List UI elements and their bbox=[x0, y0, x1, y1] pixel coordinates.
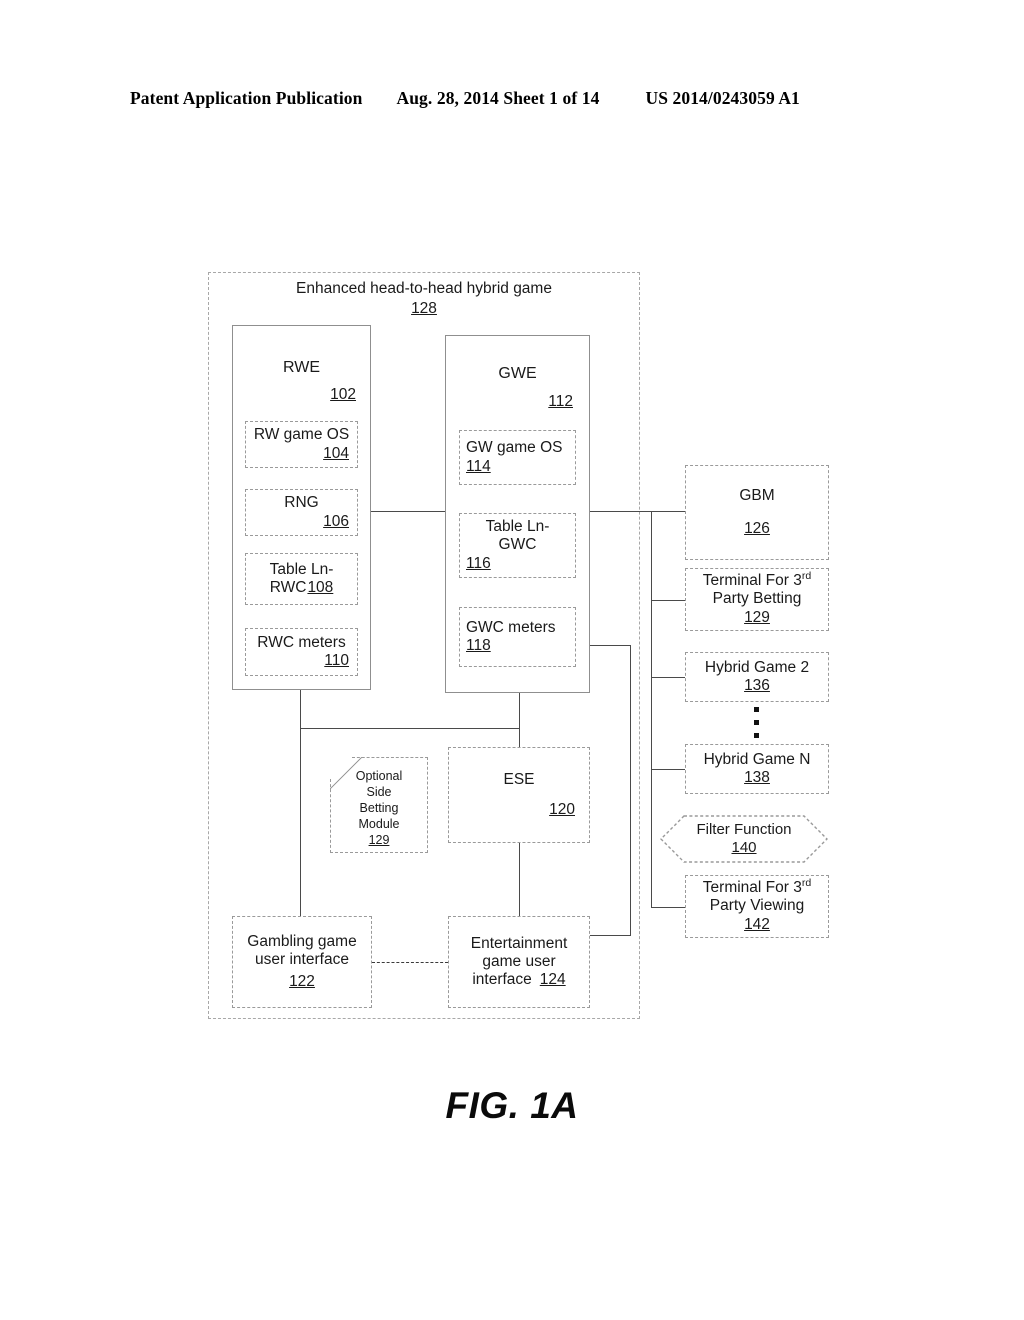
connector-trunk-to-terminal-betting bbox=[651, 600, 686, 601]
gw-game-os-box: GW game OS 114 bbox=[459, 430, 576, 485]
terminal-betting-ref: 129 bbox=[744, 608, 770, 626]
rng-label: RNG bbox=[284, 494, 319, 512]
vertical-ellipsis-icon bbox=[752, 707, 760, 738]
connector-trunk-to-gbm bbox=[651, 511, 686, 512]
ellipsis-dot bbox=[753, 733, 759, 738]
ese-box: ESE 120 bbox=[448, 747, 590, 843]
hybrid-game-n-label: Hybrid Game N bbox=[703, 750, 811, 768]
terminal-viewing-line2: Party Viewing bbox=[709, 897, 805, 915]
terminal-betting-ordinal-suffix: rd bbox=[801, 569, 812, 582]
ellipsis-dot bbox=[753, 720, 759, 725]
enhanced-hybrid-game-title: Enhanced head-to-head hybrid game 128 bbox=[208, 279, 640, 319]
connector-right-trunk bbox=[651, 511, 652, 908]
terminal-betting-line1: Terminal For 3rd bbox=[702, 569, 812, 590]
side-betting-line1: Optional bbox=[355, 769, 403, 783]
gwe-ref-number: 112 bbox=[548, 393, 573, 410]
connector-trunk-to-hybrid-game-2 bbox=[651, 677, 686, 678]
gbm-box: GBM 126 bbox=[685, 465, 829, 560]
connector-rwe-branch-to-ese bbox=[300, 728, 519, 729]
entertainment-game-user-interface-box: Entertainment game user interface 124 bbox=[448, 916, 590, 1008]
hybrid-game-2-label: Hybrid Game 2 bbox=[704, 658, 810, 676]
gw-game-os-ref: 114 bbox=[466, 457, 491, 475]
terminal-viewing-line1: Terminal For 3rd bbox=[702, 876, 812, 897]
entertainment-ui-line3: interface bbox=[472, 971, 532, 989]
gbm-ref: 126 bbox=[744, 519, 770, 537]
side-betting-line3: Betting bbox=[359, 801, 399, 815]
gwc-meters-box: GWC meters 118 bbox=[459, 607, 576, 667]
connector-entertainment-right-riser bbox=[630, 645, 631, 935]
table-ln-gwc-label-line2: GWC bbox=[498, 536, 537, 554]
connector-rwe-to-gambling-ui bbox=[300, 690, 301, 916]
side-betting-line4: Module bbox=[358, 817, 400, 831]
optional-side-betting-module-box: Optional Side Betting Module 129 bbox=[330, 757, 428, 853]
filter-function-label: Filter Function bbox=[696, 821, 792, 838]
terminal-viewing-line1-text: Terminal For 3 bbox=[702, 879, 802, 897]
connector-gwc-meters-right bbox=[590, 645, 631, 646]
entertainment-ui-line1: Entertainment bbox=[470, 934, 568, 952]
connector-trunk-to-terminal-viewing bbox=[651, 907, 686, 908]
figure-caption: FIG. 1A bbox=[445, 1085, 579, 1126]
ese-label: ESE bbox=[503, 770, 535, 788]
rng-box: RNG 106 bbox=[245, 489, 358, 536]
table-ln-rwc-label-line2: RWC bbox=[269, 579, 307, 596]
terminal-viewing-ref: 142 bbox=[744, 915, 770, 933]
rwe-title: RWE bbox=[282, 359, 321, 376]
table-ln-gwc-box: Table Ln- GWC 116 bbox=[459, 513, 576, 578]
rw-game-os-ref: 104 bbox=[323, 444, 349, 462]
connector-entertainment-ui-right bbox=[590, 935, 631, 936]
terminal-viewing-ordinal-suffix: rd bbox=[801, 876, 812, 889]
connector-gambling-to-entertainment-dashed bbox=[372, 962, 448, 963]
entertainment-ui-line2: game user bbox=[482, 952, 556, 970]
side-betting-ref: 129 bbox=[368, 833, 390, 847]
entertainment-ui-ref: 124 bbox=[539, 971, 566, 989]
terminal-for-third-party-betting-box: Terminal For 3rd Party Betting 129 bbox=[685, 568, 829, 631]
gambling-ui-ref: 122 bbox=[289, 972, 315, 990]
rw-game-os-box: RW game OS 104 bbox=[245, 421, 358, 468]
hybrid-game-2-ref: 136 bbox=[744, 677, 770, 694]
gbm-label: GBM bbox=[739, 487, 775, 505]
rwc-meters-ref: 110 bbox=[324, 652, 349, 669]
table-ln-gwc-ref: 116 bbox=[466, 554, 491, 572]
gambling-game-user-interface-box: Gambling game user interface 122 bbox=[232, 916, 372, 1008]
filter-function-ref: 140 bbox=[731, 839, 757, 856]
container-ref-number: 128 bbox=[411, 300, 437, 318]
connector-trunk-to-hybrid-game-n bbox=[651, 769, 686, 770]
terminal-betting-line1-text: Terminal For 3 bbox=[702, 572, 802, 590]
ellipsis-dot bbox=[753, 707, 759, 712]
terminal-betting-line2: Party Betting bbox=[712, 590, 802, 608]
table-ln-rwc-label-line1: Table Ln- bbox=[269, 560, 334, 578]
connector-gwe-to-ese bbox=[519, 693, 520, 748]
gambling-ui-line1: Gambling game bbox=[247, 933, 357, 951]
side-betting-line2: Side bbox=[366, 785, 392, 799]
table-ln-rwc-ref: 108 bbox=[307, 579, 334, 596]
terminal-for-third-party-viewing-box: Terminal For 3rd Party Viewing 142 bbox=[685, 875, 829, 938]
rwc-meters-box: RWC meters 110 bbox=[245, 628, 358, 676]
table-ln-rwc-box: Table Ln- RWC 108 bbox=[245, 553, 358, 605]
gwc-meters-label: GWC meters bbox=[466, 618, 556, 636]
gambling-ui-line2: user interface bbox=[255, 951, 349, 969]
ese-ref: 120 bbox=[549, 801, 575, 818]
hybrid-game-n-box: Hybrid Game N 138 bbox=[685, 744, 829, 794]
rw-game-os-label: RW game OS bbox=[253, 426, 350, 444]
rng-ref: 106 bbox=[323, 512, 349, 530]
gwe-title: GWE bbox=[498, 365, 537, 382]
gw-game-os-label: GW game OS bbox=[466, 439, 563, 457]
hybrid-game-2-box: Hybrid Game 2 136 bbox=[685, 652, 829, 702]
filter-function-hexagon: Filter Function 140 bbox=[660, 815, 828, 863]
rwc-meters-label: RWC meters bbox=[257, 633, 346, 651]
table-ln-gwc-label-line1: Table Ln- bbox=[485, 518, 550, 536]
connector-gwe-to-trunk bbox=[590, 511, 652, 512]
hybrid-game-n-ref: 138 bbox=[744, 769, 770, 786]
gwc-meters-ref: 118 bbox=[466, 637, 491, 654]
rwe-ref-number: 102 bbox=[330, 386, 356, 403]
container-title-text: Enhanced head-to-head hybrid game bbox=[296, 280, 552, 297]
connector-ese-to-entertainment-ui bbox=[519, 843, 520, 916]
connector-rwe-to-gwe bbox=[371, 511, 446, 512]
